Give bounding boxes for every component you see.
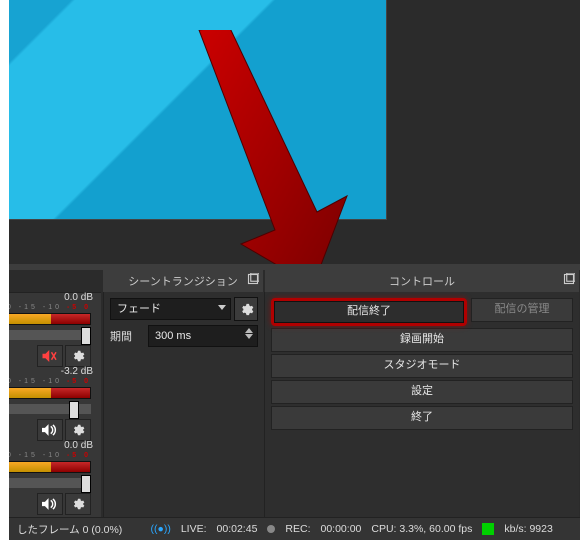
duration-value: 300 ms <box>155 330 191 342</box>
volume-slider[interactable] <box>9 330 91 340</box>
volume-slider[interactable] <box>9 404 91 414</box>
rec-label: REC: <box>285 523 310 535</box>
dropped-frames: したフレーム 0 (0.0%) <box>17 522 122 537</box>
volume-slider[interactable] <box>9 478 91 488</box>
studio-mode-button[interactable]: スタジオモード <box>271 354 573 378</box>
transitions-panel: フェード 期間 300 ms <box>103 292 265 520</box>
mixer-channel: 0.0 dB -20 -15 -10 -5 0 <box>9 293 99 367</box>
mute-button[interactable] <box>37 493 63 515</box>
popout-icon[interactable] <box>247 273 259 288</box>
spinner-buttons[interactable] <box>245 328 255 339</box>
status-bar: したフレーム 0 (0.0%) ((●)) LIVE: 00:02:45 REC… <box>9 517 580 540</box>
meter-ticks: -20 -15 -10 -5 0 <box>9 378 91 385</box>
live-icon: ((●)) <box>151 523 171 535</box>
transitions-header: シーントランジション <box>103 270 263 293</box>
meter-ticks: -20 -15 -10 -5 0 <box>9 452 91 459</box>
chevron-down-icon <box>218 305 226 310</box>
transitions-title: シーントランジション <box>128 273 237 289</box>
stop-streaming-button[interactable]: 配信終了 <box>274 301 464 323</box>
mixer-channel: -3.2 dB -20 -15 -10 -5 0 <box>9 367 99 441</box>
channel-settings-button[interactable] <box>65 419 91 441</box>
controls-header: コントロール <box>265 270 579 293</box>
transition-select[interactable]: フェード <box>110 298 231 320</box>
channel-settings-button[interactable] <box>65 493 91 515</box>
exit-button[interactable]: 終了 <box>271 406 573 430</box>
db-value: -3.2 dB <box>61 366 93 377</box>
controls-panel: 配信終了 配信の管理 録画開始 スタジオモード 設定 終了 <box>265 292 579 520</box>
live-time: 00:02:45 <box>217 523 258 535</box>
preview-canvas[interactable]: nk you! <box>9 0 387 220</box>
level-meter <box>9 313 91 325</box>
rec-indicator-icon <box>267 525 275 533</box>
cpu-stat: CPU: 3.3%, 60.00 fps <box>371 523 472 535</box>
mute-button[interactable] <box>37 419 63 441</box>
audio-mixer-panel: 0.0 dB -20 -15 -10 -5 0 -3.2 dB -20 -15 … <box>9 292 101 521</box>
duration-label: 期間 <box>110 328 142 344</box>
mixer-channel: 0.0 dB -20 -15 -10 -5 0 <box>9 441 99 515</box>
level-meter <box>9 461 91 473</box>
preview-area: nk you! <box>9 0 387 220</box>
transition-value: フェード <box>117 303 161 315</box>
settings-button[interactable]: 設定 <box>271 380 573 404</box>
db-value: 0.0 dB <box>64 440 93 451</box>
bitrate: kb/s: 9923 <box>504 523 552 535</box>
rec-time: 00:00:00 <box>321 523 362 535</box>
db-value: 0.0 dB <box>64 292 93 303</box>
popout-icon[interactable] <box>563 273 575 288</box>
live-label: LIVE: <box>181 523 207 535</box>
highlight-box: 配信終了 <box>271 298 467 326</box>
duration-input[interactable]: 300 ms <box>148 325 258 347</box>
manage-stream-button[interactable]: 配信の管理 <box>471 298 573 322</box>
transition-settings-button[interactable] <box>234 297 258 321</box>
mute-button[interactable] <box>37 345 63 367</box>
level-meter <box>9 387 91 399</box>
meter-ticks: -20 -15 -10 -5 0 <box>9 304 91 311</box>
stream-health-icon <box>482 523 494 535</box>
start-recording-button[interactable]: 録画開始 <box>271 328 573 352</box>
controls-title: コントロール <box>389 273 455 289</box>
channel-settings-button[interactable] <box>65 345 91 367</box>
